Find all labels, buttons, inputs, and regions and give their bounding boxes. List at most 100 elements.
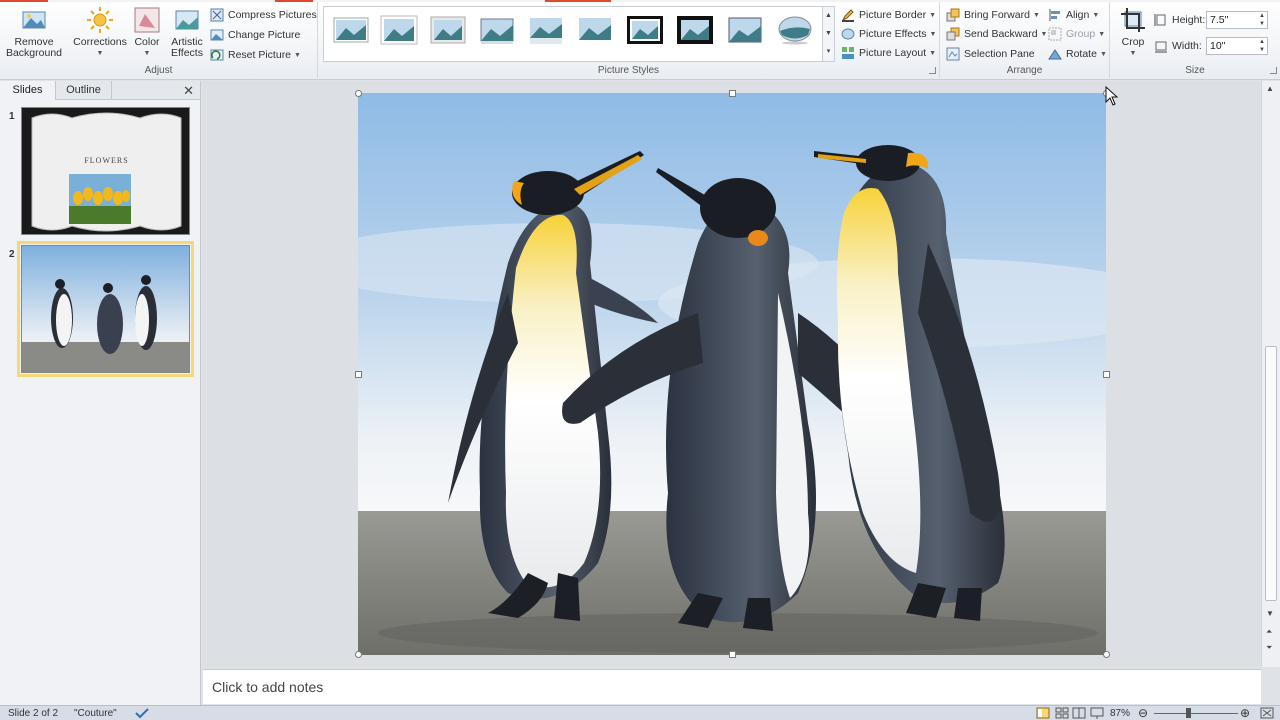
reset-picture-button[interactable]: Reset Picture ▼: [210, 46, 301, 64]
picture-styles-gallery: ▲ ▼ ▾: [323, 6, 835, 62]
fit-to-window-icon[interactable]: [1260, 707, 1274, 720]
resize-handle[interactable]: [355, 651, 362, 658]
width-icon: [1155, 41, 1167, 53]
chevron-down-icon: ▼: [929, 49, 937, 57]
scroll-down-icon[interactable]: ▼: [1266, 609, 1274, 618]
send-backward-label: Send Backward: [964, 28, 1038, 40]
selection-pane-button[interactable]: Selection Pane: [946, 45, 1035, 63]
picture-style-thumb[interactable]: [726, 15, 764, 45]
width-input[interactable]: 10" ▲ ▼: [1206, 37, 1268, 55]
picture-style-thumb[interactable]: [676, 15, 714, 45]
height-field-row: Height:: [1154, 11, 1205, 29]
slide-number: 2: [9, 249, 15, 260]
picture-style-thumb[interactable]: [332, 15, 370, 45]
gallery-scroll-up[interactable]: ▲: [822, 7, 834, 25]
size-group-label: Size: [1185, 65, 1205, 76]
remove-background-icon: [22, 11, 46, 29]
rotate-label: Rotate: [1066, 48, 1097, 60]
height-input[interactable]: 7.5" ▲ ▼: [1206, 11, 1268, 29]
size-launcher[interactable]: [1270, 67, 1277, 74]
group-icon: [1048, 27, 1062, 41]
picture-effects-button[interactable]: Picture Effects ▼: [841, 25, 936, 43]
rotate-button[interactable]: Rotate ▼: [1048, 45, 1107, 63]
mouse-cursor-icon: [1105, 86, 1119, 106]
slides-pane: Slides Outline ✕ 1 FLOWERS 2: [0, 81, 201, 705]
width-spinner-icon[interactable]: ▲ ▼: [1259, 38, 1265, 54]
chevron-down-icon: ▼: [1098, 30, 1106, 38]
spell-check-icon[interactable]: [134, 707, 150, 720]
slide-1-preview: [22, 108, 189, 234]
crop-button[interactable]: Crop ▼: [1114, 6, 1152, 59]
bring-forward-button[interactable]: Bring Forward ▼: [946, 6, 1040, 24]
zoom-slider-thumb[interactable]: [1186, 708, 1191, 718]
picture-border-label: Picture Border: [859, 9, 927, 21]
resize-handle[interactable]: [1103, 651, 1110, 658]
color-button[interactable]: Color ▼: [130, 6, 164, 59]
picture-style-thumb[interactable]: [527, 15, 565, 45]
height-spinner-icon[interactable]: ▲ ▼: [1259, 12, 1265, 28]
reading-view-icon[interactable]: [1072, 707, 1086, 720]
picture-layout-icon: [842, 47, 854, 59]
slide-thumbnail-1[interactable]: FLOWERS: [21, 107, 190, 235]
notes-pane[interactable]: Click to add notes: [203, 669, 1261, 704]
picture-style-thumb[interactable]: [478, 15, 516, 45]
artistic-effects-button[interactable]: Artistic Effects: [165, 6, 209, 59]
corrections-button[interactable]: Corrections ▼: [70, 6, 130, 59]
color-label: Color: [134, 36, 160, 48]
slide-sorter-icon[interactable]: [1055, 707, 1069, 720]
zoom-in-icon[interactable]: ⊕: [1240, 706, 1250, 720]
penguins-picture[interactable]: [358, 93, 1106, 655]
change-picture-button[interactable]: Change Picture: [210, 26, 300, 44]
selection-pane-label: Selection Pane: [964, 48, 1035, 60]
theme-name[interactable]: "Couture": [74, 708, 117, 719]
resize-handle[interactable]: [729, 90, 736, 97]
resize-handle[interactable]: [729, 651, 736, 658]
slideshow-icon[interactable]: [1090, 707, 1104, 720]
scrollbar-thumb[interactable]: [1265, 346, 1277, 601]
tab-slides[interactable]: Slides: [0, 81, 56, 100]
chevron-down-icon: ▼: [929, 11, 937, 19]
scroll-up-icon[interactable]: ▲: [1266, 84, 1274, 93]
close-icon[interactable]: ✕: [183, 83, 194, 99]
picture-border-button[interactable]: Picture Border ▼: [841, 6, 936, 24]
corrections-label: Corrections: [73, 36, 127, 48]
gallery-scroll-down[interactable]: ▼: [822, 25, 834, 43]
chevron-down-icon: ▼: [96, 50, 104, 57]
slide-thumbnail-2[interactable]: [17, 241, 194, 377]
picture-effects-icon: [841, 28, 855, 40]
resize-handle[interactable]: [1103, 371, 1110, 378]
compress-pictures-button[interactable]: Compress Pictures: [210, 6, 317, 24]
resize-handle[interactable]: [355, 90, 362, 97]
picture-style-thumb[interactable]: [576, 15, 614, 45]
chevron-down-icon: ▼: [1099, 50, 1107, 58]
sun-icon: [87, 7, 113, 33]
remove-background-button[interactable]: Remove Background: [2, 6, 66, 59]
tab-outline[interactable]: Outline: [56, 81, 112, 100]
picture-layout-button[interactable]: Picture Layout ▼: [841, 44, 936, 62]
resize-handle[interactable]: [355, 371, 362, 378]
group-button[interactable]: Group ▼: [1048, 25, 1105, 43]
normal-view-icon[interactable]: [1036, 707, 1050, 720]
picture-style-thumb[interactable]: [429, 15, 467, 45]
vertical-scrollbar[interactable]: ▲ ▼ ⏶ ⏷: [1261, 81, 1280, 667]
send-backward-button[interactable]: Send Backward ▼: [946, 25, 1047, 43]
picture-style-thumb[interactable]: [626, 15, 664, 45]
compress-icon: [210, 8, 224, 22]
group-label: Group: [1066, 28, 1096, 40]
previous-slide-icon[interactable]: ⏶: [1266, 627, 1272, 637]
width-label: Width:: [1172, 40, 1202, 52]
size-group: Crop ▼ Height: 7.5" ▲ ▼ Width: 10" ▲ ▼ Siz…: [1110, 2, 1280, 78]
picture-style-thumb[interactable]: [380, 15, 418, 45]
gallery-more-button[interactable]: ▾: [822, 43, 834, 61]
align-button[interactable]: Align ▼: [1048, 6, 1099, 24]
picture-styles-launcher[interactable]: [929, 67, 936, 74]
next-slide-icon[interactable]: ⏷: [1266, 643, 1272, 653]
zoom-level[interactable]: 87%: [1110, 708, 1130, 719]
adjust-group: Remove Background Corrections ▼ Color ▼: [0, 2, 318, 78]
zoom-out-icon[interactable]: ⊖: [1138, 706, 1148, 720]
picture-style-thumb[interactable]: [776, 15, 814, 45]
chevron-down-icon: ▼: [143, 50, 151, 57]
color-palette-icon: [134, 7, 160, 33]
picture-effects-label: Picture Effects: [859, 28, 927, 40]
zoom-slider[interactable]: [1154, 708, 1238, 718]
